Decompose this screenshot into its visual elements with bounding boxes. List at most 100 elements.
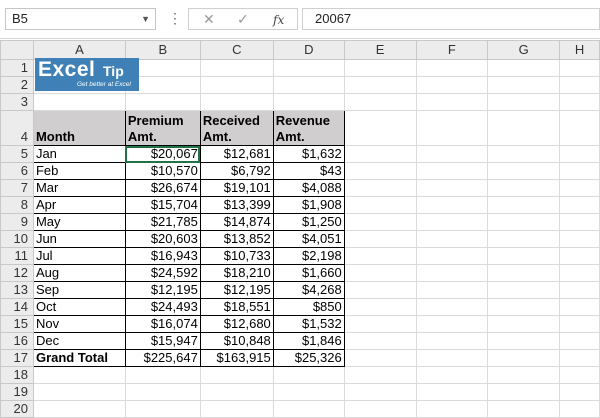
revenue-cell[interactable]: $2,198	[272, 247, 345, 265]
column-header-a[interactable]: A	[32, 40, 126, 60]
received-cell[interactable]: $12,680	[199, 315, 274, 333]
received-cell[interactable]: $13,852	[199, 230, 274, 248]
received-cell[interactable]: $12,195	[199, 281, 274, 299]
row-header[interactable]: 3	[0, 93, 34, 111]
enter-check-icon[interactable]: ✓	[237, 10, 249, 28]
row-header[interactable]: 1	[0, 59, 34, 77]
column-header-d[interactable]: D	[272, 40, 345, 60]
row-header[interactable]: 13	[0, 281, 34, 299]
revenue-cell[interactable]: $1,908	[272, 196, 345, 214]
row-header[interactable]: 19	[0, 383, 34, 401]
chevron-down-icon[interactable]: ▼	[141, 9, 150, 29]
revenue-cell[interactable]: $1,846	[272, 332, 345, 350]
row-header[interactable]: 20	[0, 400, 34, 418]
table-row: 6 Feb $10,570 $6,792 $43	[0, 162, 600, 180]
row-header[interactable]: 16	[0, 332, 34, 350]
premium-cell[interactable]: $20,067	[124, 145, 201, 163]
month-cell[interactable]: Jun	[32, 230, 126, 248]
month-cell[interactable]: Sep	[32, 281, 126, 299]
row-header[interactable]: 8	[0, 196, 34, 214]
revenue-cell[interactable]: $1,532	[272, 315, 345, 333]
formula-bar: B5 ▼ ⋮ ✕ ✓ fx 20067	[0, 0, 600, 39]
column-header-g[interactable]: G	[487, 40, 561, 60]
row-header[interactable]: 6	[0, 162, 34, 180]
revenue-cell[interactable]: $1,632	[272, 145, 345, 163]
more-options-icon[interactable]: ⋮	[168, 8, 182, 28]
premium-cell[interactable]: $21,785	[124, 213, 201, 231]
header-revenue[interactable]: Revenue Amt.	[272, 110, 345, 146]
header-month[interactable]: Month	[32, 110, 126, 146]
premium-cell[interactable]: $16,943	[124, 247, 201, 265]
column-header-h[interactable]: H	[559, 40, 600, 60]
premium-cell[interactable]: $12,195	[124, 281, 201, 299]
month-cell[interactable]: May	[32, 213, 126, 231]
select-all-corner[interactable]	[0, 40, 34, 60]
revenue-cell[interactable]: $1,660	[272, 264, 345, 282]
month-cell[interactable]: Nov	[32, 315, 126, 333]
revenue-cell[interactable]: $4,051	[272, 230, 345, 248]
row-header[interactable]: 15	[0, 315, 34, 333]
revenue-cell[interactable]: $1,250	[272, 213, 345, 231]
received-cell[interactable]: $18,210	[199, 264, 274, 282]
month-cell[interactable]: Feb	[32, 162, 126, 180]
formula-input[interactable]: 20067	[302, 8, 600, 30]
received-cell[interactable]: $18,551	[199, 298, 274, 316]
logo-word-tip: Tip	[103, 63, 124, 79]
received-cell[interactable]: $14,874	[199, 213, 274, 231]
column-header-b[interactable]: B	[124, 40, 201, 60]
received-cell[interactable]: $12,681	[199, 145, 274, 163]
premium-cell[interactable]: $15,947	[124, 332, 201, 350]
row-header[interactable]: 11	[0, 247, 34, 265]
column-header-c[interactable]: C	[199, 40, 274, 60]
table-row: 8 Apr $15,704 $13,399 $1,908	[0, 196, 600, 214]
header-premium[interactable]: Premium Amt.	[124, 110, 201, 146]
grand-total-label[interactable]: Grand Total	[32, 349, 126, 367]
revenue-cell[interactable]: $43	[272, 162, 345, 180]
column-header-e[interactable]: E	[343, 40, 417, 60]
month-cell[interactable]: Jul	[32, 247, 126, 265]
column-header-f[interactable]: F	[415, 40, 489, 60]
row-header[interactable]: 10	[0, 230, 34, 248]
revenue-cell[interactable]: $850	[272, 298, 345, 316]
table-row: 5 Jan $20,067 $12,681 $1,632	[0, 145, 600, 163]
excel-tip-logo: Excel Tip Get better at Excel	[35, 58, 139, 91]
premium-total[interactable]: $225,647	[124, 349, 201, 367]
row-header[interactable]: 7	[0, 179, 34, 197]
insert-function-icon[interactable]: fx	[273, 11, 284, 29]
received-cell[interactable]: $13,399	[199, 196, 274, 214]
received-cell[interactable]: $6,792	[199, 162, 274, 180]
month-cell[interactable]: Dec	[32, 332, 126, 350]
row-header[interactable]: 14	[0, 298, 34, 316]
name-box[interactable]: B5 ▼	[5, 8, 156, 30]
table-row: 7 Mar $26,674 $19,101 $4,088	[0, 179, 600, 197]
month-cell[interactable]: Jan	[32, 145, 126, 163]
revenue-cell[interactable]: $4,088	[272, 179, 345, 197]
revenue-cell[interactable]: $4,268	[272, 281, 345, 299]
row-header[interactable]: 12	[0, 264, 34, 282]
row-header[interactable]: 9	[0, 213, 34, 231]
premium-cell[interactable]: $26,674	[124, 179, 201, 197]
received-cell[interactable]: $10,733	[199, 247, 274, 265]
premium-cell[interactable]: $20,603	[124, 230, 201, 248]
premium-cell[interactable]: $15,704	[124, 196, 201, 214]
premium-cell[interactable]: $10,570	[124, 162, 201, 180]
month-cell[interactable]: Apr	[32, 196, 126, 214]
row-header[interactable]: 4	[0, 110, 34, 146]
premium-cell[interactable]: $24,493	[124, 298, 201, 316]
revenue-total[interactable]: $25,326	[272, 349, 345, 367]
cancel-icon[interactable]: ✕	[203, 10, 215, 28]
month-cell[interactable]: Mar	[32, 179, 126, 197]
header-received[interactable]: Received Amt.	[199, 110, 274, 146]
row-header[interactable]: 2	[0, 76, 34, 94]
month-cell[interactable]: Aug	[32, 264, 126, 282]
premium-cell[interactable]: $24,592	[124, 264, 201, 282]
received-cell[interactable]: $19,101	[199, 179, 274, 197]
row-header[interactable]: 18	[0, 366, 34, 384]
row-header[interactable]: 5	[0, 145, 34, 163]
premium-cell[interactable]: $16,074	[124, 315, 201, 333]
received-total[interactable]: $163,915	[199, 349, 274, 367]
row-header[interactable]: 17	[0, 349, 34, 367]
table-row: 15 Nov $16,074 $12,680 $1,532	[0, 315, 600, 333]
received-cell[interactable]: $10,848	[199, 332, 274, 350]
month-cell[interactable]: Oct	[32, 298, 126, 316]
